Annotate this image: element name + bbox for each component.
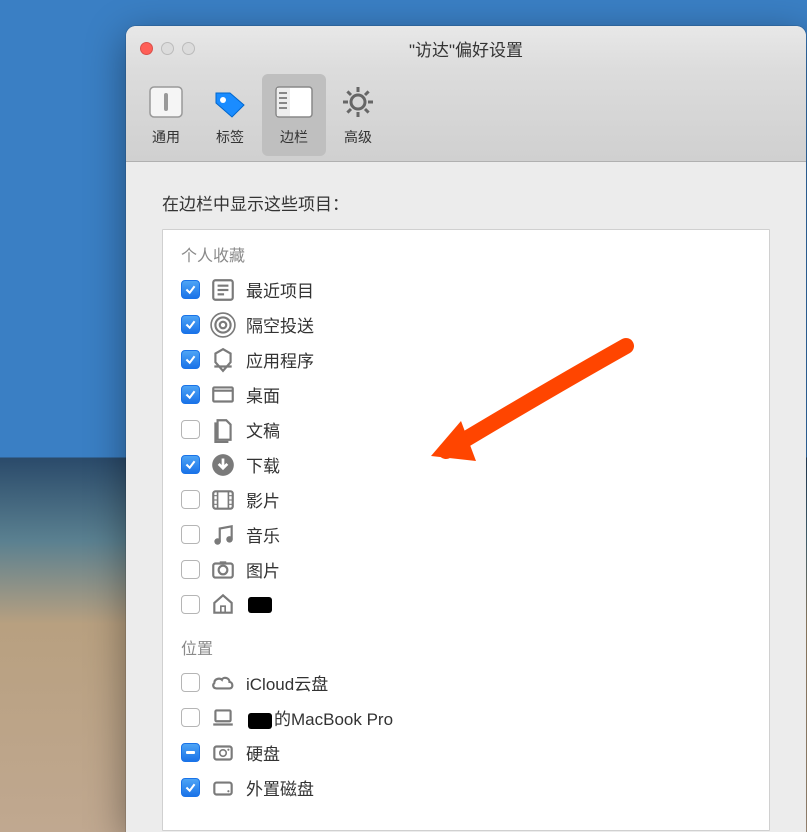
- minimize-window-button[interactable]: [161, 42, 174, 55]
- sidebar-items-list: 个人收藏 最近项目 隔空投送 应用程序 桌面: [162, 229, 770, 831]
- item-label: 桌面: [246, 382, 280, 407]
- airdrop-icon: [210, 313, 236, 337]
- checkbox-icloud[interactable]: [181, 673, 200, 692]
- tag-icon: [208, 83, 252, 121]
- laptop-icon: [210, 706, 236, 730]
- group-locations-label: 位置: [163, 635, 769, 665]
- obscured-text: [248, 713, 272, 729]
- documents-icon: [210, 418, 236, 442]
- list-item-airdrop[interactable]: 隔空投送: [163, 307, 769, 342]
- gear-icon: [336, 83, 380, 121]
- close-window-button[interactable]: [140, 42, 153, 55]
- hard-disk-icon: [210, 741, 236, 765]
- tab-tags[interactable]: 标签: [198, 74, 262, 156]
- checkbox-music[interactable]: [181, 525, 200, 544]
- zoom-window-button[interactable]: [182, 42, 195, 55]
- sidebar-icon: [272, 83, 316, 121]
- titlebar: "访达"偏好设置: [126, 26, 806, 70]
- list-item-home[interactable]: [163, 587, 769, 621]
- applications-icon: [210, 348, 236, 372]
- window-title: "访达"偏好设置: [126, 36, 806, 61]
- item-label: [246, 594, 274, 614]
- list-item-external-disks[interactable]: 外置磁盘: [163, 770, 769, 805]
- movies-icon: [210, 488, 236, 512]
- item-label: 最近项目: [246, 277, 314, 302]
- checkbox-movies[interactable]: [181, 490, 200, 509]
- item-label: 硬盘: [246, 740, 280, 765]
- tab-general[interactable]: 通用: [134, 74, 198, 156]
- checkbox-documents[interactable]: [181, 420, 200, 439]
- list-item-downloads[interactable]: 下载: [163, 447, 769, 482]
- checkbox-downloads[interactable]: [181, 455, 200, 474]
- desktop-icon: [210, 383, 236, 407]
- checkbox-desktop[interactable]: [181, 385, 200, 404]
- list-item-desktop[interactable]: 桌面: [163, 377, 769, 412]
- item-label: 音乐: [246, 522, 280, 547]
- item-label: 下载: [246, 452, 280, 477]
- external-disk-icon: [210, 776, 236, 800]
- list-item-pictures[interactable]: 图片: [163, 552, 769, 587]
- downloads-icon: [210, 453, 236, 477]
- obscured-text: [248, 597, 272, 613]
- checkbox-pictures[interactable]: [181, 560, 200, 579]
- recents-icon: [210, 278, 236, 302]
- toolbar: 通用 标签 边栏 高级: [126, 70, 806, 162]
- list-item-icloud[interactable]: iCloud云盘: [163, 665, 769, 700]
- section-heading: 在边栏中显示这些项目：: [162, 190, 770, 215]
- traffic-lights: [126, 42, 195, 55]
- music-icon: [210, 523, 236, 547]
- item-label: iCloud云盘: [246, 670, 328, 695]
- list-item-this-mac[interactable]: 的MacBook Pro: [163, 700, 769, 735]
- item-label: 外置磁盘: [246, 775, 314, 800]
- icloud-icon: [210, 671, 236, 695]
- list-item-documents[interactable]: 文稿: [163, 412, 769, 447]
- list-item-music[interactable]: 音乐: [163, 517, 769, 552]
- checkbox-recents[interactable]: [181, 280, 200, 299]
- checkbox-hard-disks[interactable]: [181, 743, 200, 762]
- list-item-hard-disks[interactable]: 硬盘: [163, 735, 769, 770]
- checkbox-home[interactable]: [181, 595, 200, 614]
- list-item-applications[interactable]: 应用程序: [163, 342, 769, 377]
- item-label: 影片: [246, 487, 280, 512]
- checkbox-airdrop[interactable]: [181, 315, 200, 334]
- item-label: 图片: [246, 557, 280, 582]
- item-label: 文稿: [246, 417, 280, 442]
- item-label: 的MacBook Pro: [246, 705, 393, 730]
- checkbox-this-mac[interactable]: [181, 708, 200, 727]
- general-icon: [144, 83, 188, 121]
- item-label: 应用程序: [246, 347, 314, 372]
- tab-sidebar[interactable]: 边栏: [262, 74, 326, 156]
- group-favorites-label: 个人收藏: [163, 242, 769, 272]
- content-area: 在边栏中显示这些项目： 个人收藏 最近项目 隔空投送 应用程序: [126, 162, 806, 831]
- item-label: 隔空投送: [246, 312, 314, 337]
- list-item-movies[interactable]: 影片: [163, 482, 769, 517]
- tab-advanced[interactable]: 高级: [326, 74, 390, 156]
- checkbox-external-disks[interactable]: [181, 778, 200, 797]
- checkbox-applications[interactable]: [181, 350, 200, 369]
- preferences-window: "访达"偏好设置 通用 标签 边栏 高级 在边栏中显: [126, 26, 806, 832]
- pictures-icon: [210, 558, 236, 582]
- list-item-recents[interactable]: 最近项目: [163, 272, 769, 307]
- home-icon: [210, 592, 236, 616]
